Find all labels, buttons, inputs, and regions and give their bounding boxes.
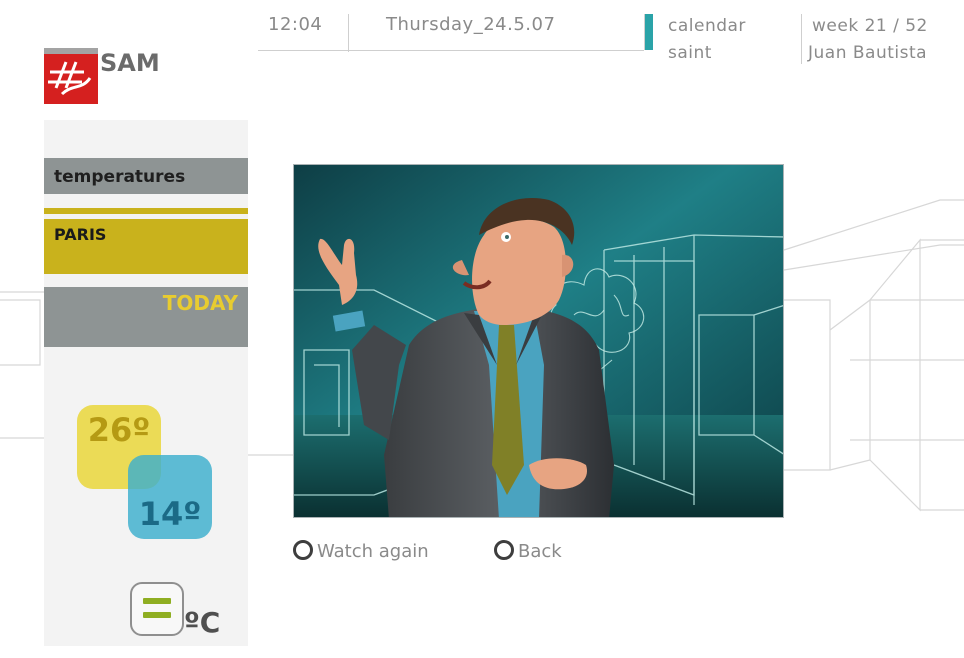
time-display: 12:04 [268, 14, 323, 35]
equals-icon [143, 612, 171, 618]
radio-ring-icon [293, 540, 313, 560]
presenter-video-frame [294, 165, 783, 517]
day-label: TODAY [44, 287, 248, 347]
header-divider [801, 14, 802, 64]
city-label-accent [44, 208, 248, 214]
header-divider [348, 14, 349, 52]
left-panel [44, 120, 248, 646]
low-temperature: 14º [128, 455, 212, 539]
watch-again-label: Watch again [317, 541, 429, 562]
equals-icon [143, 598, 171, 604]
back-button[interactable]: Back [494, 540, 562, 563]
back-label: Back [518, 541, 562, 562]
header-underline [258, 50, 644, 51]
header-bar: 12:04 Thursday_24.5.07 calendar saint we… [258, 14, 964, 64]
calendar-label[interactable]: calendar [668, 16, 746, 36]
saint-label: saint [668, 43, 712, 63]
sam-logo[interactable]: SAM [44, 48, 194, 104]
sam-logo-icon [44, 48, 98, 104]
date-display: Thursday_24.5.07 [386, 14, 556, 35]
logo-text: SAM [100, 49, 160, 77]
radio-ring-icon [494, 540, 514, 560]
city-label: PARIS [44, 219, 248, 274]
video-player[interactable] [293, 164, 784, 518]
unit-label: ºC [184, 606, 221, 639]
week-display: week 21 / 52 [812, 16, 928, 36]
calendar-marker [645, 14, 653, 50]
watch-again-button[interactable]: Watch again [293, 540, 429, 563]
section-label: temperatures [44, 158, 248, 194]
unit-toggle-button[interactable] [130, 582, 184, 636]
saint-name: Juan Bautista [808, 43, 928, 63]
